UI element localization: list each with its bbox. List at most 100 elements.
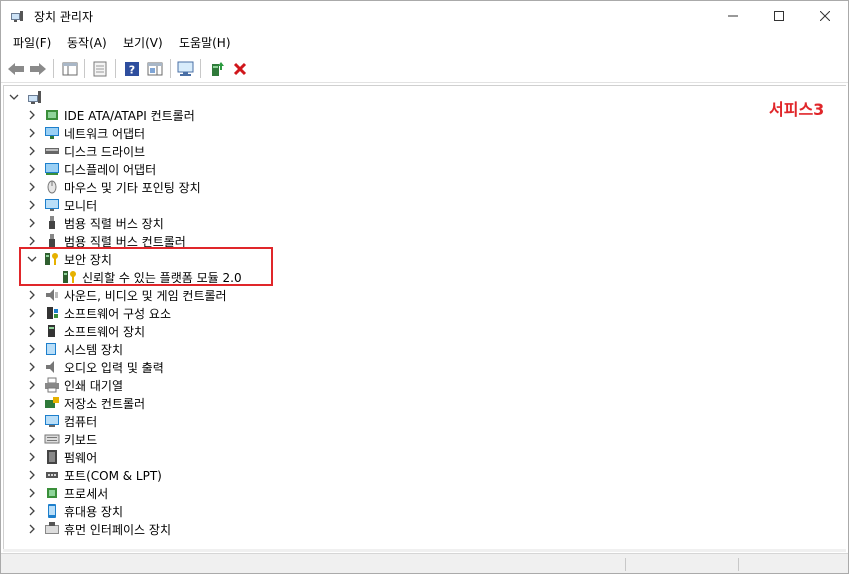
computer-icon (44, 413, 60, 429)
port-icon (44, 467, 60, 483)
device-manager-window: 장치 관리자 파일(F) 동작(A) 보기(V) 도움말(H) ? IDE AT… (0, 0, 849, 574)
tree-item-label: 모니터 (64, 198, 98, 213)
update-driver-icon (212, 62, 224, 76)
chevron-right-icon[interactable] (26, 286, 38, 304)
chevron-right-icon[interactable] (26, 196, 38, 214)
status-bar-divider (738, 558, 739, 571)
tree-item[interactable]: 네트워크 어댑터 (26, 124, 145, 142)
chevron-right-icon[interactable] (26, 142, 38, 160)
printer-icon (44, 377, 60, 393)
tree-item[interactable]: IDE ATA/ATAPI 컨트롤러 (26, 106, 195, 124)
chevron-right-icon[interactable] (26, 178, 38, 196)
tree-item[interactable]: 소프트웨어 구성 요소 (26, 304, 171, 322)
chevron-right-icon[interactable] (26, 304, 38, 322)
tree-item-label: IDE ATA/ATAPI 컨트롤러 (64, 108, 195, 123)
console-tree-icon (62, 62, 78, 76)
tree-item[interactable]: 마우스 및 기타 포인팅 장치 (26, 178, 201, 196)
tree-item[interactable]: 디스플레이 어댑터 (26, 160, 156, 178)
red-x-icon (233, 62, 247, 76)
properties-icon (93, 61, 107, 77)
horizontal-scrollbar[interactable] (3, 549, 846, 552)
tree-item[interactable]: 컴퓨터 (26, 412, 97, 430)
chevron-right-icon[interactable] (26, 160, 38, 178)
tree-item[interactable]: 키보드 (26, 430, 97, 448)
back-button[interactable] (5, 58, 27, 80)
menu-view[interactable]: 보기(V) (123, 34, 163, 51)
annotation-label: 서피스3 (769, 100, 825, 119)
chevron-right-icon[interactable] (26, 214, 38, 232)
chevron-right-icon[interactable] (26, 502, 38, 520)
tree-item[interactable]: 프로세서 (26, 484, 108, 502)
toolbar-separator (115, 59, 116, 78)
tree-item-label: 소프트웨어 장치 (64, 324, 146, 339)
chevron-right-icon[interactable] (26, 412, 38, 430)
chevron-right-icon[interactable] (26, 448, 38, 466)
update-driver-button[interactable] (206, 58, 228, 80)
scan-hardware-changes-button[interactable] (175, 58, 197, 80)
help-icon: ? (125, 62, 139, 77)
software-component-icon (44, 305, 60, 321)
chevron-right-icon[interactable] (26, 520, 38, 538)
svg-text:?: ? (129, 64, 135, 77)
tree-item-label: 인쇄 대기열 (64, 378, 124, 393)
show-action-pane-button[interactable] (144, 58, 166, 80)
tree-item[interactable]: 오디오 입력 및 출력 (26, 358, 164, 376)
tree-item-label: 네트워크 어댑터 (64, 126, 146, 141)
computer-root-icon (26, 89, 42, 105)
toolbar-separator (84, 59, 85, 78)
tree-item-label: 오디오 입력 및 출력 (64, 360, 164, 375)
uninstall-device-button[interactable] (229, 58, 251, 80)
forward-button[interactable] (27, 58, 49, 80)
show-hide-console-tree-button[interactable] (59, 58, 81, 80)
chevron-right-icon[interactable] (26, 466, 38, 484)
display-adapter-icon (44, 161, 60, 177)
mouse-icon (44, 179, 60, 195)
tree-item[interactable]: 휴먼 인터페이스 장치 (26, 520, 171, 538)
chevron-right-icon[interactable] (26, 322, 38, 340)
window-title: 장치 관리자 (34, 10, 94, 24)
disk-drive-icon (44, 143, 60, 159)
tree-item[interactable]: 사운드, 비디오 및 게임 컨트롤러 (26, 286, 227, 304)
tree-item-label: 휴대용 장치 (64, 504, 124, 519)
sound-icon (44, 287, 60, 303)
tree-item[interactable]: 포트(COM & LPT) (26, 466, 162, 484)
chevron-right-icon[interactable] (26, 340, 38, 358)
tree-item-label: 마우스 및 기타 포인팅 장치 (64, 180, 201, 195)
tree-root-node[interactable] (8, 88, 46, 106)
software-device-icon (44, 323, 60, 339)
chevron-right-icon[interactable] (26, 358, 38, 376)
chevron-right-icon[interactable] (26, 124, 38, 142)
tree-item[interactable]: 모니터 (26, 196, 97, 214)
menu-action[interactable]: 동작(A) (67, 34, 107, 51)
tree-item-label: 포트(COM & LPT) (64, 468, 162, 483)
menu-help[interactable]: 도움말(H) (179, 34, 231, 51)
tree-item[interactable]: 디스크 드라이브 (26, 142, 145, 160)
close-button[interactable] (802, 1, 848, 31)
action-pane-icon (147, 62, 163, 76)
chevron-right-icon[interactable] (26, 430, 38, 448)
tree-item[interactable]: 인쇄 대기열 (26, 376, 123, 394)
tree-item-label: 컴퓨터 (64, 414, 98, 429)
chevron-right-icon[interactable] (26, 484, 38, 502)
portable-device-icon (44, 503, 60, 519)
chevron-down-icon[interactable] (8, 88, 20, 106)
maximize-button[interactable] (756, 1, 802, 31)
chevron-right-icon[interactable] (26, 106, 38, 124)
chevron-right-icon[interactable] (26, 394, 38, 412)
device-tree[interactable]: IDE ATA/ATAPI 컨트롤러네트워크 어댑터 디스크 드라이브 디스플레이 … (3, 85, 846, 549)
tree-item[interactable]: 소프트웨어 장치 (26, 322, 145, 340)
chevron-right-icon[interactable] (26, 376, 38, 394)
tree-item[interactable]: 펌웨어 (26, 448, 97, 466)
tree-item[interactable]: 저장소 컨트롤러 (26, 394, 145, 412)
tree-item[interactable]: 범용 직렬 버스 장치 (26, 214, 164, 232)
properties-button[interactable] (89, 58, 111, 80)
tree-item[interactable]: 휴대용 장치 (26, 502, 123, 520)
menu-file[interactable]: 파일(F) (13, 34, 51, 51)
tree-item[interactable]: 시스템 장치 (26, 340, 123, 358)
toolbar-separator (53, 59, 54, 78)
scan-monitor-icon (177, 61, 194, 76)
help-button[interactable]: ? (121, 58, 143, 80)
minimize-button[interactable] (710, 1, 756, 31)
status-bar-divider (625, 558, 626, 571)
tree-item-label: 소프트웨어 구성 요소 (64, 306, 171, 321)
